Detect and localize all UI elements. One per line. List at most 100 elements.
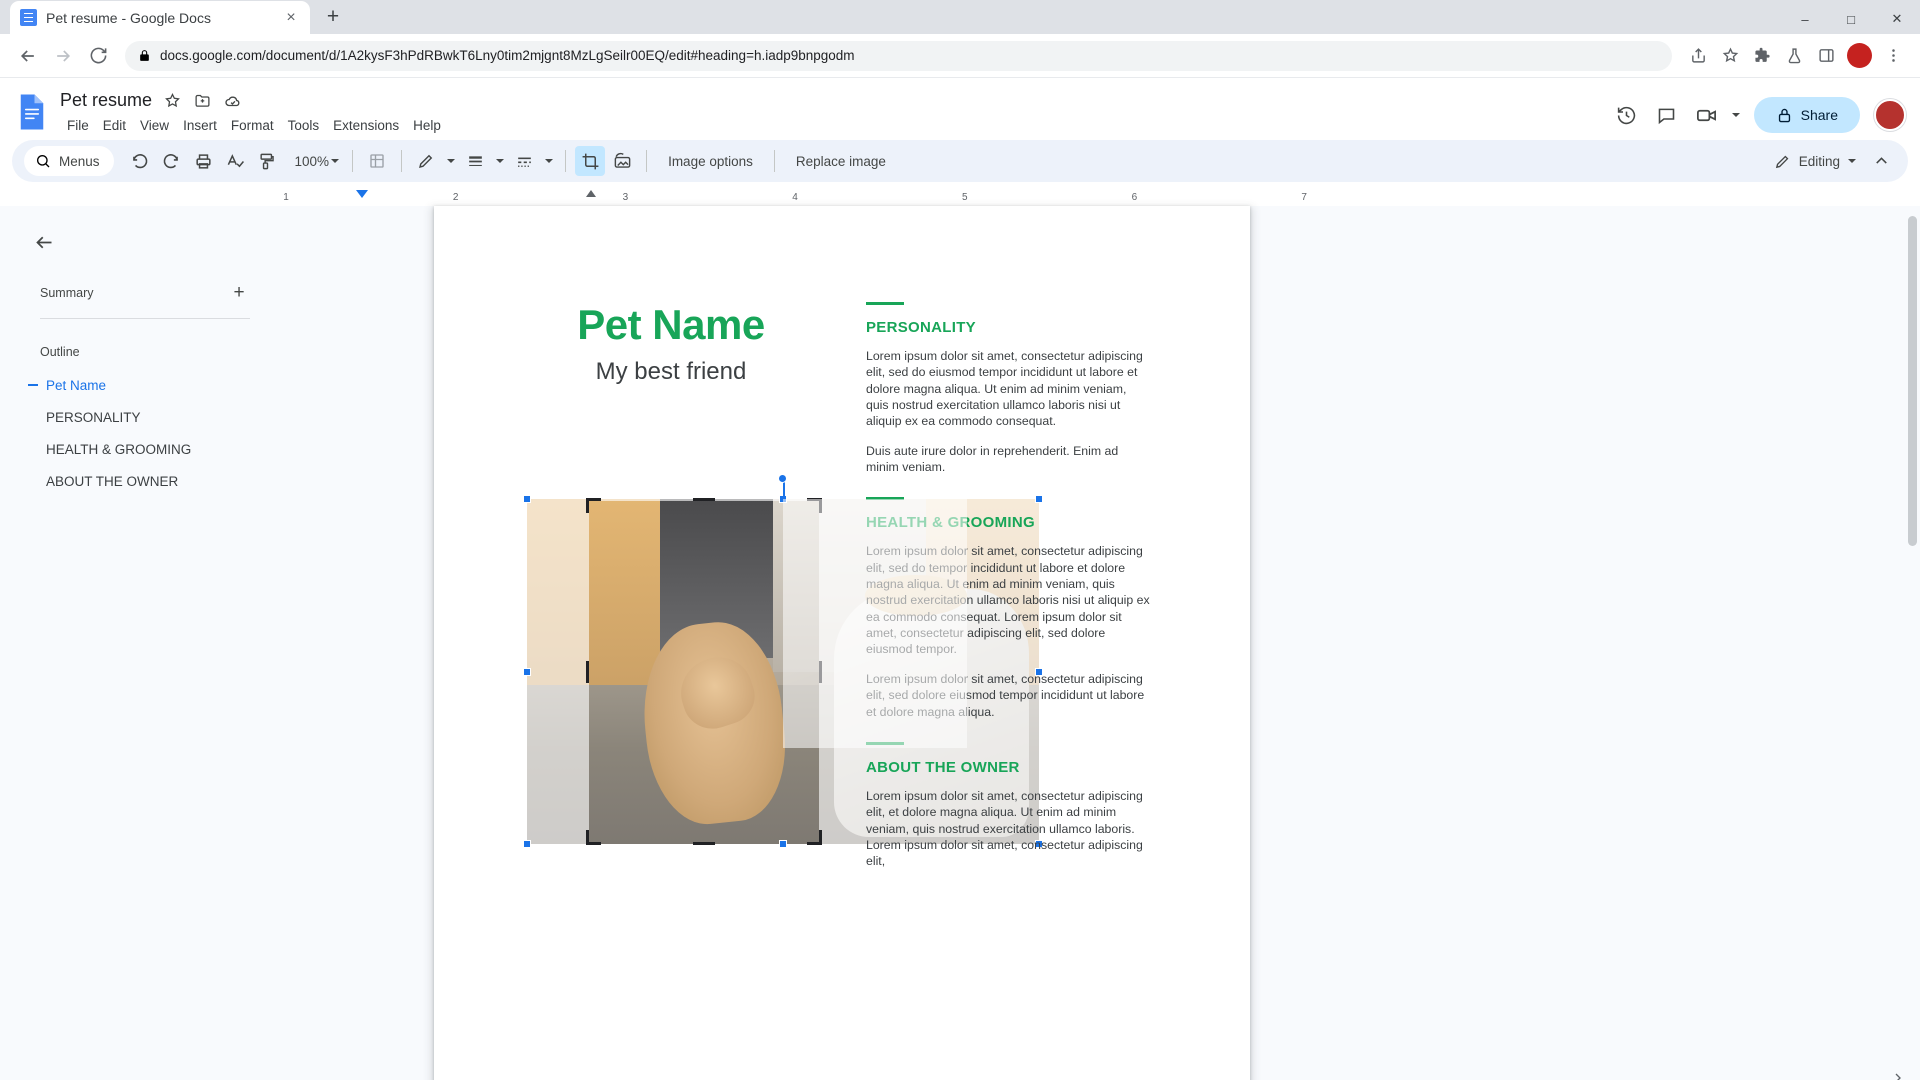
vertical-scrollbar[interactable] <box>1908 206 1917 1080</box>
share-page-icon[interactable] <box>1683 41 1713 71</box>
document-page[interactable]: Pet Name My best friend PERSONALITY Lore… <box>434 206 1250 1080</box>
extensions-icon[interactable] <box>1747 41 1777 71</box>
zoom-selector[interactable]: 100% <box>285 146 344 176</box>
sidebar-item-about-owner[interactable]: ABOUT THE OWNER <box>0 465 286 497</box>
image-options-button[interactable]: Image options <box>656 148 765 175</box>
image-handle-top-left[interactable] <box>523 495 531 503</box>
section-paragraph[interactable]: Lorem ipsum dolor sit amet, consectetur … <box>866 348 1150 430</box>
section-personality: PERSONALITY Lorem ipsum dolor sit amet, … <box>866 302 1150 475</box>
menu-format[interactable]: Format <box>224 116 281 135</box>
image-handle-bottom-left[interactable] <box>523 840 531 848</box>
crop-frame[interactable] <box>586 498 822 845</box>
tab-title: Pet resume - Google Docs <box>46 9 211 26</box>
replace-image-button[interactable]: Replace image <box>784 148 898 175</box>
browser-tab[interactable]: Pet resume - Google Docs × <box>10 1 310 34</box>
labs-icon[interactable] <box>1779 41 1809 71</box>
collapse-toolbar-icon[interactable] <box>1866 146 1896 176</box>
redo-icon[interactable] <box>157 146 187 176</box>
section-paragraph[interactable]: Lorem ipsum dolor sit amet, consectetur … <box>866 671 1150 720</box>
forward-icon[interactable] <box>47 40 79 72</box>
pencil-dropdown-icon[interactable] <box>443 146 458 176</box>
crop-handle-bottom-right[interactable] <box>807 830 822 845</box>
browser-profile-avatar[interactable] <box>1847 43 1872 68</box>
pencil-icon[interactable] <box>411 146 441 176</box>
new-tab-button[interactable]: + <box>318 2 348 32</box>
sidebar-item-personality[interactable]: PERSONALITY <box>0 401 286 433</box>
meet-dropdown-icon[interactable] <box>1728 96 1744 134</box>
close-outline-icon[interactable] <box>26 224 62 260</box>
back-icon[interactable] <box>12 40 44 72</box>
menu-tools[interactable]: Tools <box>281 116 327 135</box>
move-folder-icon[interactable] <box>193 91 212 110</box>
page-subtitle[interactable]: My best friend <box>506 358 836 386</box>
bookmark-star-icon[interactable] <box>1715 41 1745 71</box>
crop-handle-right[interactable] <box>819 660 822 683</box>
left-margin-marker[interactable] <box>356 190 368 198</box>
editing-mode-button[interactable]: Editing <box>1768 146 1862 176</box>
document-scroll-area[interactable]: Pet Name My best friend PERSONALITY Lore… <box>286 206 1920 1080</box>
share-button[interactable]: Share <box>1753 97 1860 133</box>
menu-extensions[interactable]: Extensions <box>326 116 406 135</box>
expand-corner-icon[interactable] <box>1890 1070 1906 1080</box>
crop-handle-top-left[interactable] <box>586 498 601 513</box>
line-weight-icon[interactable] <box>460 146 490 176</box>
cloud-saved-icon[interactable] <box>223 91 242 110</box>
meet-icon[interactable] <box>1688 96 1726 134</box>
crop-handle-top[interactable] <box>693 498 715 501</box>
scrollbar-thumb[interactable] <box>1908 216 1917 546</box>
star-icon[interactable] <box>163 91 182 110</box>
add-summary-button[interactable]: + <box>228 282 250 304</box>
reset-image-icon[interactable] <box>607 146 637 176</box>
image-anchor-dot[interactable] <box>778 474 787 483</box>
menu-file[interactable]: File <box>60 116 96 135</box>
maximize-icon[interactable]: □ <box>1828 4 1874 34</box>
crop-handle-bottom-left[interactable] <box>586 830 601 845</box>
section-heading[interactable]: PERSONALITY <box>866 319 1150 336</box>
crop-handle-top-right[interactable] <box>807 498 822 513</box>
spellcheck-icon[interactable] <box>221 146 251 176</box>
first-line-indent-marker[interactable] <box>586 190 596 197</box>
section-heading[interactable]: HEALTH & GROOMING <box>866 514 1150 531</box>
section-heading[interactable]: ABOUT THE OWNER <box>866 759 1150 776</box>
sidebar-item-health-grooming[interactable]: HEALTH & GROOMING <box>0 433 286 465</box>
docs-favicon-icon <box>20 9 37 26</box>
crop-handle-bottom[interactable] <box>693 842 715 845</box>
sidebar-item-pet-name[interactable]: Pet Name <box>0 369 286 401</box>
line-dash-icon[interactable] <box>509 146 539 176</box>
minimize-icon[interactable]: – <box>1782 4 1828 34</box>
menu-help[interactable]: Help <box>406 116 448 135</box>
collapse-icon[interactable] <box>28 384 38 386</box>
reload-icon[interactable] <box>82 40 114 72</box>
url-bar[interactable]: docs.google.com/document/d/1A2kysF3hPdRB… <box>125 40 1672 71</box>
line-weight-dropdown-icon[interactable] <box>492 146 507 176</box>
image-handle-bottom[interactable] <box>779 840 787 848</box>
paint-format-icon[interactable] <box>253 146 283 176</box>
print-icon[interactable] <box>189 146 219 176</box>
line-dash-dropdown-icon[interactable] <box>541 146 556 176</box>
split-view-icon[interactable] <box>1811 41 1841 71</box>
doc-title[interactable]: Pet resume <box>60 90 152 111</box>
page-title[interactable]: Pet Name <box>506 301 836 348</box>
menu-edit[interactable]: Edit <box>96 116 133 135</box>
section-rule <box>866 497 904 501</box>
undo-icon[interactable] <box>125 146 155 176</box>
comments-icon[interactable] <box>1648 96 1686 134</box>
ruler-number: 2 <box>452 192 459 203</box>
section-paragraph[interactable]: Duis aute irure dolor in reprehenderit. … <box>866 443 1150 476</box>
user-avatar[interactable] <box>1874 99 1906 131</box>
version-history-icon[interactable] <box>1608 96 1646 134</box>
close-icon[interactable]: × <box>282 9 300 27</box>
section-paragraph[interactable]: Lorem ipsum dolor sit amet, consectetur … <box>866 543 1150 657</box>
section-paragraph[interactable]: Lorem ipsum dolor sit amet, consectetur … <box>866 788 1150 870</box>
menu-search-button[interactable]: Menus <box>24 146 114 176</box>
document-ruler[interactable]: 1 2 3 4 5 6 7 <box>283 188 1360 206</box>
crop-icon[interactable] <box>575 146 606 176</box>
chrome-menu-icon[interactable] <box>1878 41 1908 71</box>
menu-view[interactable]: View <box>133 116 176 135</box>
omnibox-actions <box>1683 41 1908 71</box>
image-handle-left[interactable] <box>523 667 531 676</box>
menu-insert[interactable]: Insert <box>176 116 224 135</box>
window-close-icon[interactable]: ✕ <box>1874 4 1920 34</box>
docs-app-logo-icon[interactable] <box>14 90 50 134</box>
crop-handle-left[interactable] <box>586 660 589 683</box>
